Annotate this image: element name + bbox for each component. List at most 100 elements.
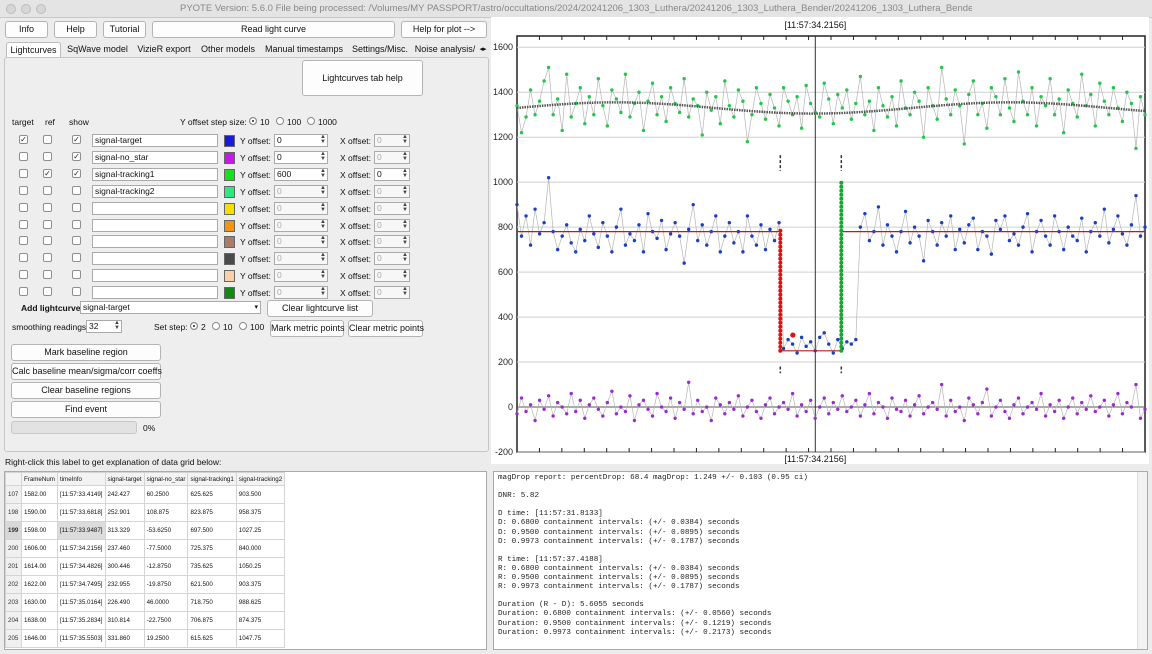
spinner-arrows-icon[interactable]: ▲ ▼ xyxy=(402,152,408,162)
target-checkbox[interactable] xyxy=(19,168,28,178)
x-offset-input[interactable]: 0 ▲ ▼ xyxy=(374,235,410,249)
curve-name-field[interactable] xyxy=(92,218,218,232)
read-light-curve-button[interactable]: Read light curve xyxy=(152,21,395,38)
grid-hint-label[interactable]: Right-click this label to get explanatio… xyxy=(5,457,221,467)
help-button[interactable]: Help xyxy=(54,21,97,38)
grid-cell[interactable]: 697.500 xyxy=(187,521,237,540)
target-checkbox[interactable] xyxy=(19,236,28,246)
tab-2[interactable]: VizieR export xyxy=(134,42,194,57)
spinner-arrows-icon[interactable]: ▲ ▼ xyxy=(402,169,408,179)
show-checkbox[interactable] xyxy=(72,219,81,229)
ref-checkbox[interactable] xyxy=(43,202,52,212)
x-offset-input[interactable]: 0 ▲ ▼ xyxy=(374,218,410,232)
grid-cell[interactable]: 725.375 xyxy=(187,539,237,558)
grid-cell[interactable]: 46.0000 xyxy=(143,593,189,612)
spinner-arrows-icon[interactable]: ▲ ▼ xyxy=(320,220,326,230)
curve-color-swatch[interactable] xyxy=(224,287,235,300)
ref-checkbox[interactable] xyxy=(43,135,52,144)
y-step-radio-100[interactable] xyxy=(276,117,284,125)
mark-baseline-region-button[interactable]: Mark baseline region xyxy=(11,344,161,361)
spinner-arrows-icon[interactable]: ▲ ▼ xyxy=(114,321,120,331)
x-offset-input[interactable]: 0 ▲ ▼ xyxy=(374,134,410,147)
table-row[interactable]: 202 1622.00 [11:57:34.7495] 232.955 -19.8750… xyxy=(5,575,286,594)
grid-cell[interactable]: 1590.00 xyxy=(21,503,58,522)
grid-cell[interactable]: 237.460 xyxy=(104,539,145,558)
grid-cell[interactable]: 252.901 xyxy=(104,503,145,522)
table-row[interactable]: 205 1646.00 [11:57:35.5503] 331.860 19.2500 6… xyxy=(5,629,286,648)
grid-cell[interactable]: 19.2500 xyxy=(143,629,189,648)
curve-color-swatch[interactable] xyxy=(224,219,235,232)
smoothing-readings-input[interactable]: 32 ▲ ▼ xyxy=(86,320,122,333)
clear-lightcurve-list-button[interactable]: Clear lightcurve list xyxy=(267,300,373,317)
close-window-icon[interactable] xyxy=(6,4,16,14)
tab-5[interactable]: Settings/Misc. xyxy=(348,42,412,57)
grid-cell[interactable]: 1646.00 xyxy=(21,629,58,648)
ref-checkbox[interactable] xyxy=(43,151,52,161)
show-checkbox[interactable] xyxy=(72,253,81,263)
grid-cell[interactable]: [11:57:33.6818] xyxy=(56,503,106,522)
spinner-arrows-icon[interactable]: ▲ ▼ xyxy=(402,203,408,213)
target-checkbox[interactable] xyxy=(19,151,28,161)
x-offset-input[interactable]: 0 ▲ ▼ xyxy=(374,184,410,198)
row-header[interactable]: 107 xyxy=(5,485,22,504)
show-checkbox[interactable]: ✓ xyxy=(72,168,81,178)
grid-cell[interactable]: 242.427 xyxy=(104,485,145,504)
grid-cell[interactable]: 1598.00 xyxy=(21,521,58,540)
zoom-window-icon[interactable] xyxy=(36,4,46,14)
curve-name-field[interactable] xyxy=(92,201,218,215)
table-row[interactable]: 201 1614.00 [11:57:34.4826] 300.446 -12.8750… xyxy=(5,557,286,576)
grid-cell[interactable]: [11:57:33.4149] xyxy=(56,485,106,504)
find-event-button[interactable]: Find event xyxy=(11,401,161,418)
curve-name-field[interactable] xyxy=(92,235,218,249)
tab-4[interactable]: Manual timestamps xyxy=(262,42,346,57)
ref-checkbox[interactable] xyxy=(43,236,52,246)
y-offset-input[interactable]: 0 ▲ ▼ xyxy=(274,134,328,147)
grid-cell[interactable]: 706.875 xyxy=(187,611,237,630)
grid-cell[interactable]: 1638.00 xyxy=(21,611,58,630)
spinner-arrows-icon[interactable]: ▲ ▼ xyxy=(402,236,408,246)
grid-cell[interactable]: -12.8750 xyxy=(143,557,189,576)
x-offset-input[interactable]: 0 ▲ ▼ xyxy=(374,201,410,215)
curve-name-field[interactable] xyxy=(92,252,218,266)
grid-cell[interactable]: 621.500 xyxy=(187,575,237,594)
curve-name-field[interactable]: signal-no_star xyxy=(92,150,218,164)
grid-cell[interactable]: -19.8750 xyxy=(143,575,189,594)
y-step-radio-10[interactable] xyxy=(249,117,257,125)
grid-cell[interactable]: 903.500 xyxy=(235,485,286,504)
add-lightcurve-select[interactable]: signal-target ▾ xyxy=(80,301,261,314)
spinner-arrows-icon[interactable]: ▲ ▼ xyxy=(320,169,326,179)
spinner-arrows-icon[interactable]: ▲ ▼ xyxy=(320,203,326,213)
data-grid[interactable]: FrameNum timeInfo signal-target signal-no_s… xyxy=(4,471,487,650)
row-header[interactable]: 199 xyxy=(5,521,22,540)
set-step-radio-10[interactable] xyxy=(212,322,220,330)
grid-cell[interactable]: 1050.25 xyxy=(235,557,286,576)
tab-3[interactable]: Other models xyxy=(196,42,260,57)
tab-0[interactable]: Lightcurves xyxy=(6,42,61,57)
grid-cell[interactable]: [11:57:33.9487] xyxy=(56,521,106,540)
curve-color-swatch[interactable] xyxy=(224,236,235,249)
grid-cell[interactable]: 226.490 xyxy=(104,593,145,612)
grid-cell[interactable]: [11:57:34.7495] xyxy=(56,575,106,594)
grid-cell[interactable]: 874.375 xyxy=(235,611,286,630)
info-button[interactable]: Info xyxy=(5,21,48,38)
grid-cell[interactable]: -22.7500 xyxy=(143,611,189,630)
grid-cell[interactable]: 108.875 xyxy=(143,503,189,522)
grid-cell[interactable]: -53.6250 xyxy=(143,521,189,540)
grid-cell[interactable]: 1606.00 xyxy=(21,539,58,558)
grid-cell[interactable]: 331.860 xyxy=(104,629,145,648)
y-offset-input[interactable]: 0 ▲ ▼ xyxy=(274,235,328,249)
grid-cell[interactable]: 823.875 xyxy=(187,503,237,522)
show-checkbox[interactable]: ✓ xyxy=(72,135,81,144)
table-row[interactable]: 198 1590.00 [11:57:33.6818] 252.901 108.875 8… xyxy=(5,503,286,522)
grid-cell[interactable]: 903.375 xyxy=(235,575,286,594)
show-checkbox[interactable] xyxy=(72,287,81,297)
tab-6[interactable]: Noise analysis/ xyxy=(414,42,476,57)
show-checkbox[interactable] xyxy=(72,202,81,212)
target-checkbox[interactable] xyxy=(19,270,28,280)
grid-cell[interactable]: [11:57:35.2834] xyxy=(56,611,106,630)
curve-color-swatch[interactable] xyxy=(224,202,235,215)
ref-checkbox[interactable] xyxy=(43,270,52,280)
table-row[interactable]: 203 1630.00 [11:57:35.0164] 226.490 46.0000 7… xyxy=(5,593,286,612)
tab-1[interactable]: SqWave model xyxy=(63,42,132,57)
curve-name-field[interactable]: signal-target xyxy=(92,134,218,147)
